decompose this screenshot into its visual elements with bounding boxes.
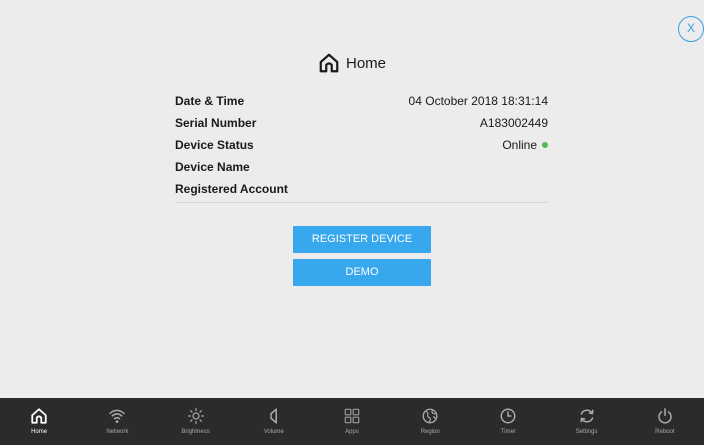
nav-item-brightness[interactable]: Brightness xyxy=(156,398,234,445)
info-row-registered-account: Registered Account xyxy=(175,178,548,200)
nav-label: Region xyxy=(420,429,440,435)
bottom-nav-bar: Home Network Brightness Volume Apps Regi… xyxy=(0,398,704,445)
nav-label: Apps xyxy=(345,429,359,435)
nav-item-timer[interactable]: Timer xyxy=(469,398,547,445)
close-icon[interactable]: X xyxy=(687,21,695,35)
info-label: Device Name xyxy=(175,160,250,174)
nav-label: Reboot xyxy=(655,429,675,435)
nav-item-network[interactable]: Network xyxy=(78,398,156,445)
brightness-icon xyxy=(187,407,204,425)
volume-icon xyxy=(270,408,277,424)
nav-label: Settings xyxy=(575,429,598,435)
status-indicator xyxy=(542,142,548,148)
nav-label: Volume xyxy=(263,429,284,435)
register-device-button[interactable]: REGISTER DEVICE xyxy=(293,226,431,253)
info-label: Date & Time xyxy=(175,94,245,108)
status-value: Online xyxy=(502,138,548,152)
divider xyxy=(175,202,548,203)
home-icon xyxy=(31,408,47,424)
wifi-icon xyxy=(109,409,126,423)
nav-item-reboot[interactable]: Reboot xyxy=(626,398,704,445)
demo-button[interactable]: DEMO xyxy=(293,259,431,286)
nav-label: Brightness xyxy=(181,429,210,435)
nav-label: Timer xyxy=(500,429,516,435)
info-row-serial-number: Serial Number A183002449 xyxy=(175,112,548,134)
info-label: Device Status xyxy=(175,138,254,152)
info-value: A183002449 xyxy=(479,116,548,130)
nav-item-apps[interactable]: Apps xyxy=(313,398,391,445)
clock-icon xyxy=(500,408,516,424)
home-panel: X Home Date & Time 04 October 2018 18:31… xyxy=(0,0,704,398)
info-row-device-status: Device Status Online xyxy=(175,134,548,156)
page-title-text: Home xyxy=(345,54,386,72)
nav-item-volume[interactable]: Volume xyxy=(235,398,313,445)
device-info-table: Date & Time 04 October 2018 18:31:14 Ser… xyxy=(175,90,548,203)
info-value: 04 October 2018 18:31:14 xyxy=(408,94,548,108)
refresh-icon xyxy=(580,409,594,423)
status-text: Online xyxy=(502,138,537,152)
nav-item-settings[interactable]: Settings xyxy=(548,398,626,445)
nav-item-home[interactable]: Home xyxy=(0,398,78,445)
page-title: Home xyxy=(0,48,704,78)
info-row-date-time: Date & Time 04 October 2018 18:31:14 xyxy=(175,90,548,112)
globe-icon xyxy=(422,408,438,424)
home-icon xyxy=(319,53,339,73)
info-label: Serial Number xyxy=(175,116,257,130)
power-icon xyxy=(658,408,672,424)
close-button[interactable]: X xyxy=(678,16,704,42)
info-label: Registered Account xyxy=(175,182,288,196)
nav-label: Home xyxy=(31,429,48,435)
nav-item-region[interactable]: Region xyxy=(391,398,469,445)
info-row-device-name: Device Name xyxy=(175,156,548,178)
nav-label: Network xyxy=(106,429,129,435)
apps-icon xyxy=(344,408,360,424)
